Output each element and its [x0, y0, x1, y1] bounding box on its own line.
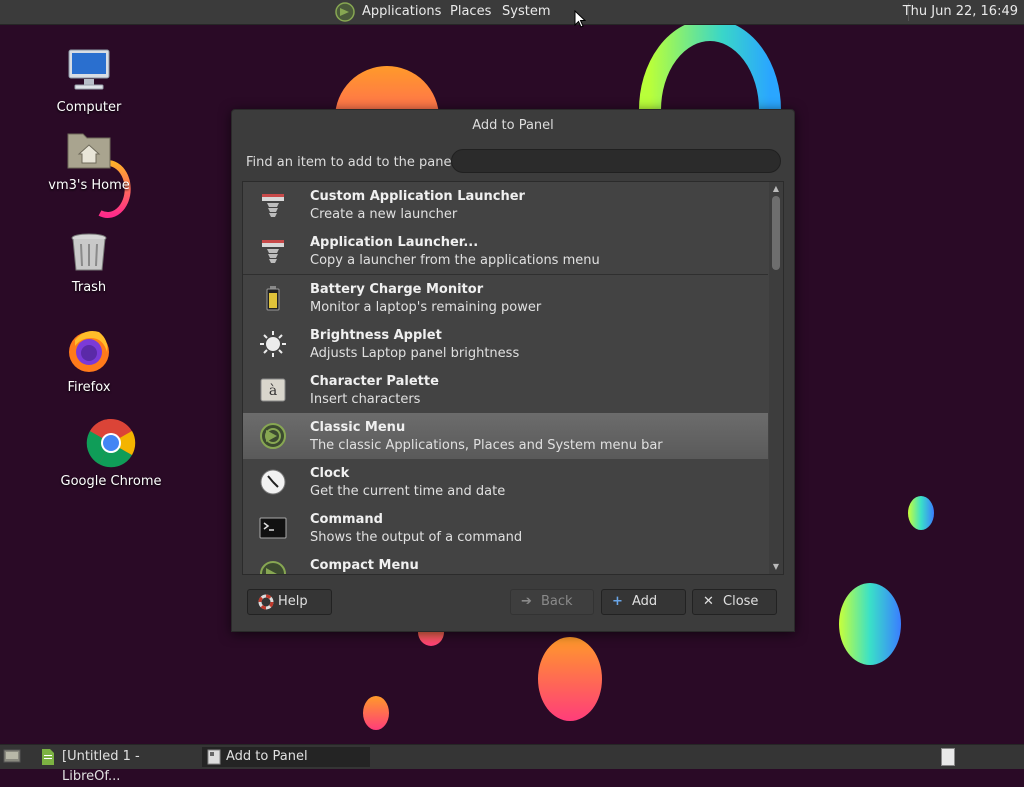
list-item[interactable]: Compact Menu: [243, 551, 768, 574]
scroll-down-icon[interactable]: ▼: [771, 562, 781, 572]
brightness-icon: [260, 331, 286, 357]
desktop-icon-trash[interactable]: Trash: [34, 230, 144, 295]
search-input[interactable]: [451, 149, 781, 173]
desktop-icon-label: Computer: [56, 100, 122, 115]
svg-text:à: à: [269, 382, 277, 399]
task-label: Add to Panel: [226, 749, 308, 764]
bottom-panel: [Untitled 1 - LibreOf... Add to Panel: [0, 744, 1024, 784]
add-label: Add: [632, 594, 658, 609]
panel-clock[interactable]: Thu Jun 22, 16:49: [903, 4, 1018, 19]
scroll-thumb[interactable]: [772, 196, 780, 270]
dialog-title[interactable]: Add to Panel: [232, 110, 794, 142]
item-description: Monitor a laptop's remaining power: [310, 300, 542, 315]
clock-icon: [260, 469, 286, 495]
item-title: Battery Charge Monitor: [310, 282, 484, 297]
desktop-icon-computer[interactable]: Computer: [34, 46, 144, 115]
add-to-panel-dialog: Add to Panel Find an item to add to the …: [231, 109, 795, 632]
item-description: Insert characters: [310, 392, 421, 407]
close-button[interactable]: ✕ Close: [692, 589, 777, 615]
list-item[interactable]: Application Launcher... Copy a launcher …: [243, 228, 768, 274]
item-title: Command: [310, 512, 383, 527]
desktop-icon-label: Firefox: [67, 380, 111, 395]
launcher-icon: [262, 240, 284, 263]
mouse-cursor-icon: [574, 10, 586, 28]
back-button[interactable]: ➔ Back: [510, 589, 594, 615]
help-label: Help: [278, 594, 308, 609]
item-title: Classic Menu: [310, 420, 406, 435]
launcher-icon: [262, 194, 284, 217]
plus-icon: +: [612, 594, 623, 609]
list-scrollbar[interactable]: ▲ ▼: [769, 182, 783, 574]
item-description: Adjusts Laptop panel brightness: [310, 346, 520, 361]
menu-places[interactable]: Places: [450, 4, 491, 19]
list-item[interactable]: Battery Charge Monitor Monitor a laptop'…: [243, 275, 768, 321]
desktop-icon-label: Trash: [71, 280, 107, 295]
item-title: Brightness Applet: [310, 328, 442, 343]
terminal-icon: [259, 517, 287, 539]
task-label: [Untitled 1 - LibreOf...: [62, 749, 140, 784]
taskbar-item-add-to-panel[interactable]: Add to Panel: [202, 747, 370, 767]
top-panel: Applications Places System Thu Jun 22, 1…: [0, 0, 1024, 25]
applet-list: Custom Application Launcher Create a new…: [242, 181, 784, 575]
item-description: Create a new launcher: [310, 207, 458, 222]
item-description: The classic Applications, Places and Sys…: [310, 438, 663, 453]
home-folder-icon: [67, 133, 111, 169]
menu-applications[interactable]: Applications: [362, 4, 441, 19]
item-description: Shows the output of a command: [310, 530, 523, 545]
list-item[interactable]: à Character Palette Insert characters: [243, 367, 768, 413]
show-desktop-icon[interactable]: [3, 748, 21, 768]
desktop-icon-chrome[interactable]: Google Chrome: [56, 418, 166, 489]
item-description: Copy a launcher from the applications me…: [310, 253, 600, 268]
window-icon: [207, 749, 221, 772]
list-item[interactable]: Custom Application Launcher Create a new…: [243, 182, 768, 228]
character-palette-icon: à: [260, 378, 286, 402]
computer-icon: [68, 49, 110, 90]
help-button[interactable]: Help: [247, 589, 332, 615]
mate-menu-icon: [260, 423, 286, 449]
desktop-icon-label: vm3's Home: [48, 178, 130, 193]
libreoffice-writer-icon: [42, 749, 54, 772]
list-item[interactable]: Command Shows the output of a command: [243, 505, 768, 551]
desktop-icon-label: Google Chrome: [60, 474, 162, 489]
list-item[interactable]: Brightness Applet Adjusts Laptop panel b…: [243, 321, 768, 367]
find-label: Find an item to add to the panel:: [246, 155, 460, 170]
desktop-icon-home[interactable]: vm3's Home: [34, 128, 144, 193]
list-item[interactable]: Clock Get the current time and date: [243, 459, 768, 505]
mate-logo-icon[interactable]: [335, 2, 355, 26]
item-title: Character Palette: [310, 374, 439, 389]
battery-icon: [266, 286, 280, 311]
item-title: Application Launcher...: [310, 235, 479, 250]
add-button[interactable]: + Add: [601, 589, 686, 615]
mate-menu-icon: [260, 561, 286, 574]
close-icon: ✕: [703, 594, 714, 609]
list-item-selected[interactable]: Classic Menu The classic Applications, P…: [243, 413, 768, 459]
chrome-icon: [86, 418, 136, 468]
help-icon: [258, 590, 274, 623]
trash-icon: [71, 233, 107, 271]
desktop-icon-firefox[interactable]: Firefox: [34, 326, 144, 395]
item-title: Clock: [310, 466, 350, 481]
scroll-up-icon[interactable]: ▲: [771, 184, 781, 194]
menu-system[interactable]: System: [502, 4, 550, 19]
item-title: Compact Menu: [310, 558, 419, 573]
item-title: Custom Application Launcher: [310, 189, 525, 204]
close-label: Close: [723, 594, 759, 609]
item-description: Get the current time and date: [310, 484, 506, 499]
back-label: Back: [541, 594, 573, 609]
taskbar-item-libreoffice[interactable]: [Untitled 1 - LibreOf...: [38, 747, 200, 784]
workspace-switcher[interactable]: [941, 748, 955, 766]
back-arrow-icon: ➔: [521, 594, 532, 609]
firefox-icon: [69, 331, 109, 372]
